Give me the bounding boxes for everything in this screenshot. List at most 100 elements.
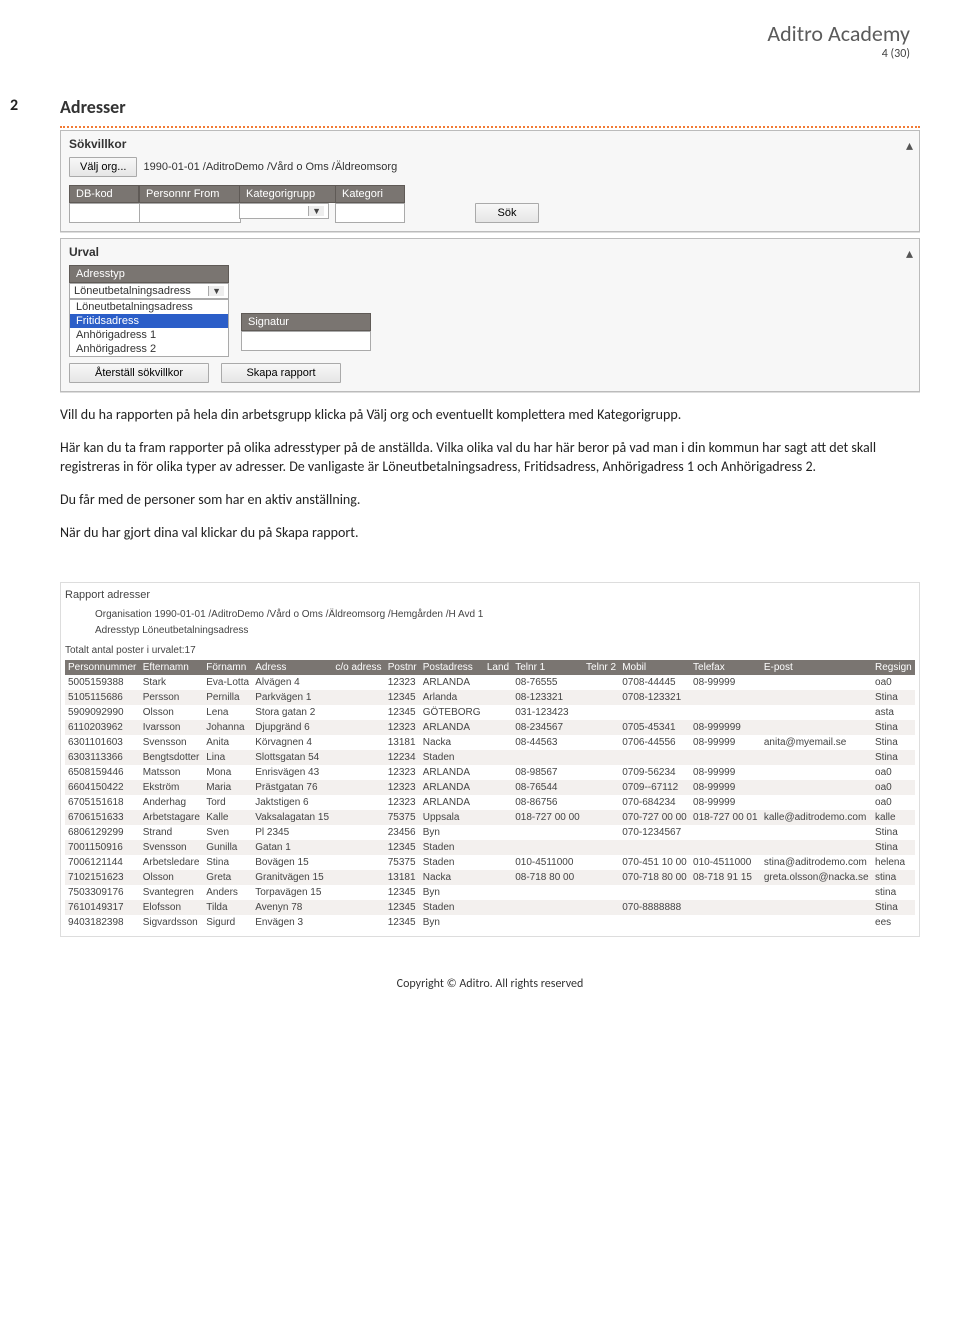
table-cell: Stina: [872, 750, 915, 765]
table-cell: [332, 825, 384, 840]
adresstyp-selected: Löneutbetalningsadress: [74, 285, 191, 297]
table-cell: [761, 690, 872, 705]
table-cell: [484, 825, 512, 840]
choose-org-button[interactable]: Välj org...: [69, 157, 137, 177]
table-cell: [583, 825, 619, 840]
table-cell: [484, 840, 512, 855]
table-cell: [332, 780, 384, 795]
table-cell: 6705151618: [65, 795, 140, 810]
section-number: 2: [10, 96, 18, 115]
table-cell: [690, 825, 761, 840]
table-cell: Ekström: [140, 780, 204, 795]
table-cell: Arbetsledare: [140, 855, 204, 870]
report-title: Rapport adresser: [65, 589, 915, 601]
adresstyp-option[interactable]: Anhörigadress 2: [70, 342, 228, 356]
signatur-input[interactable]: [241, 331, 371, 351]
table-cell: 08-123321: [512, 690, 583, 705]
table-cell: [690, 750, 761, 765]
table-row: 7610149317ElofssonTildaAvenyn 7812345Sta…: [65, 900, 915, 915]
table-cell: Nacka: [420, 870, 484, 885]
kategorigrupp-select[interactable]: ▼: [239, 203, 329, 219]
table-cell: 12345: [385, 840, 420, 855]
table-cell: 0709--67112: [619, 780, 690, 795]
table-cell: oa0: [872, 795, 915, 810]
table-cell: [332, 720, 384, 735]
report-total: Totalt antal poster i urvalet:17: [65, 645, 915, 656]
paragraph: Vill du ha rapporten på hela din arbetsg…: [60, 406, 920, 425]
search-button[interactable]: Sök: [475, 203, 539, 223]
table-cell: 23456: [385, 825, 420, 840]
table-row: 6705151618AnderhagTordJaktstigen 612323A…: [65, 795, 915, 810]
table-cell: Svantegren: [140, 885, 204, 900]
table-cell: [484, 765, 512, 780]
column-header: Telefax: [690, 660, 761, 675]
table-cell: [484, 675, 512, 690]
table-cell: 08-76555: [512, 675, 583, 690]
table-cell: 12323: [385, 675, 420, 690]
dbkod-input[interactable]: [69, 203, 141, 223]
table-cell: Djupgränd 6: [252, 720, 332, 735]
table-cell: [690, 840, 761, 855]
adresstyp-select[interactable]: Löneutbetalningsadress ▼: [69, 283, 229, 299]
chevron-down-icon[interactable]: ▼: [208, 286, 224, 296]
table-cell: 5105115686: [65, 690, 140, 705]
table-cell: [332, 735, 384, 750]
table-cell: 08-99999: [690, 765, 761, 780]
panel-divider: [60, 126, 920, 128]
table-cell: 12323: [385, 795, 420, 810]
table-cell: [512, 885, 583, 900]
table-cell: 070-8888888: [619, 900, 690, 915]
table-cell: 12345: [385, 915, 420, 930]
table-cell: [619, 705, 690, 720]
report-org: Organisation 1990-01-01 /AditroDemo /Vår…: [95, 607, 915, 623]
reset-filter-button[interactable]: Återställ sökvillkor: [69, 363, 209, 383]
adresstyp-option[interactable]: Fritidsadress: [70, 314, 228, 328]
create-report-button[interactable]: Skapa rapport: [221, 363, 341, 383]
table-cell: [761, 780, 872, 795]
table-cell: 08-99999: [690, 735, 761, 750]
table-cell: 12345: [385, 690, 420, 705]
table-cell: 12234: [385, 750, 420, 765]
table-cell: 5005159388: [65, 675, 140, 690]
table-cell: [761, 750, 872, 765]
table-cell: Sigurd: [203, 915, 252, 930]
personnr-input[interactable]: [139, 203, 241, 223]
paragraph: Här kan du ta fram rapporter på olika ad…: [60, 439, 920, 477]
table-cell: Pernilla: [203, 690, 252, 705]
dbkod-label: DB-kod: [69, 185, 139, 203]
collapse-icon[interactable]: ▴: [906, 245, 913, 262]
collapse-icon[interactable]: ▴: [906, 137, 913, 154]
table-cell: [761, 840, 872, 855]
table-cell: [512, 825, 583, 840]
table-cell: 08-98567: [512, 765, 583, 780]
table-cell: [583, 750, 619, 765]
table-cell: 6806129299: [65, 825, 140, 840]
table-cell: Enrisvägen 43: [252, 765, 332, 780]
table-cell: 6604150422: [65, 780, 140, 795]
table-cell: Stina: [872, 825, 915, 840]
table-cell: helena: [872, 855, 915, 870]
table-cell: [619, 840, 690, 855]
table-row: 7503309176SvantegrenAndersTorpavägen 151…: [65, 885, 915, 900]
adresstyp-option[interactable]: Anhörigadress 1: [70, 328, 228, 342]
table-cell: [484, 750, 512, 765]
table-cell: 08-76544: [512, 780, 583, 795]
table-cell: [332, 705, 384, 720]
adresstyp-options-list[interactable]: LöneutbetalningsadressFritidsadressAnhör…: [69, 299, 229, 357]
table-cell: Tilda: [203, 900, 252, 915]
column-header: Mobil: [619, 660, 690, 675]
table-row: 6301101603SvenssonAnitaKörvagnen 413181N…: [65, 735, 915, 750]
table-cell: Staden: [420, 750, 484, 765]
report-table: PersonnummerEfternamnFörnamnAdressc/o ad…: [65, 660, 915, 930]
kategori-input[interactable]: [335, 203, 405, 223]
table-row: 7006121144ArbetsledareStinaBovägen 15753…: [65, 855, 915, 870]
column-header: Postnr: [385, 660, 420, 675]
selection-panel: ▴ Urval Adresstyp Löneutbetalningsadress…: [60, 238, 920, 392]
table-cell: Byn: [420, 885, 484, 900]
adresstyp-option[interactable]: Löneutbetalningsadress: [70, 300, 228, 314]
table-row: 6303113366BengtsdotterLinaSlottsgatan 54…: [65, 750, 915, 765]
table-cell: Byn: [420, 915, 484, 930]
table-cell: [761, 825, 872, 840]
doc-header-title: Aditro Academy: [60, 20, 910, 47]
table-cell: ARLANDA: [420, 795, 484, 810]
